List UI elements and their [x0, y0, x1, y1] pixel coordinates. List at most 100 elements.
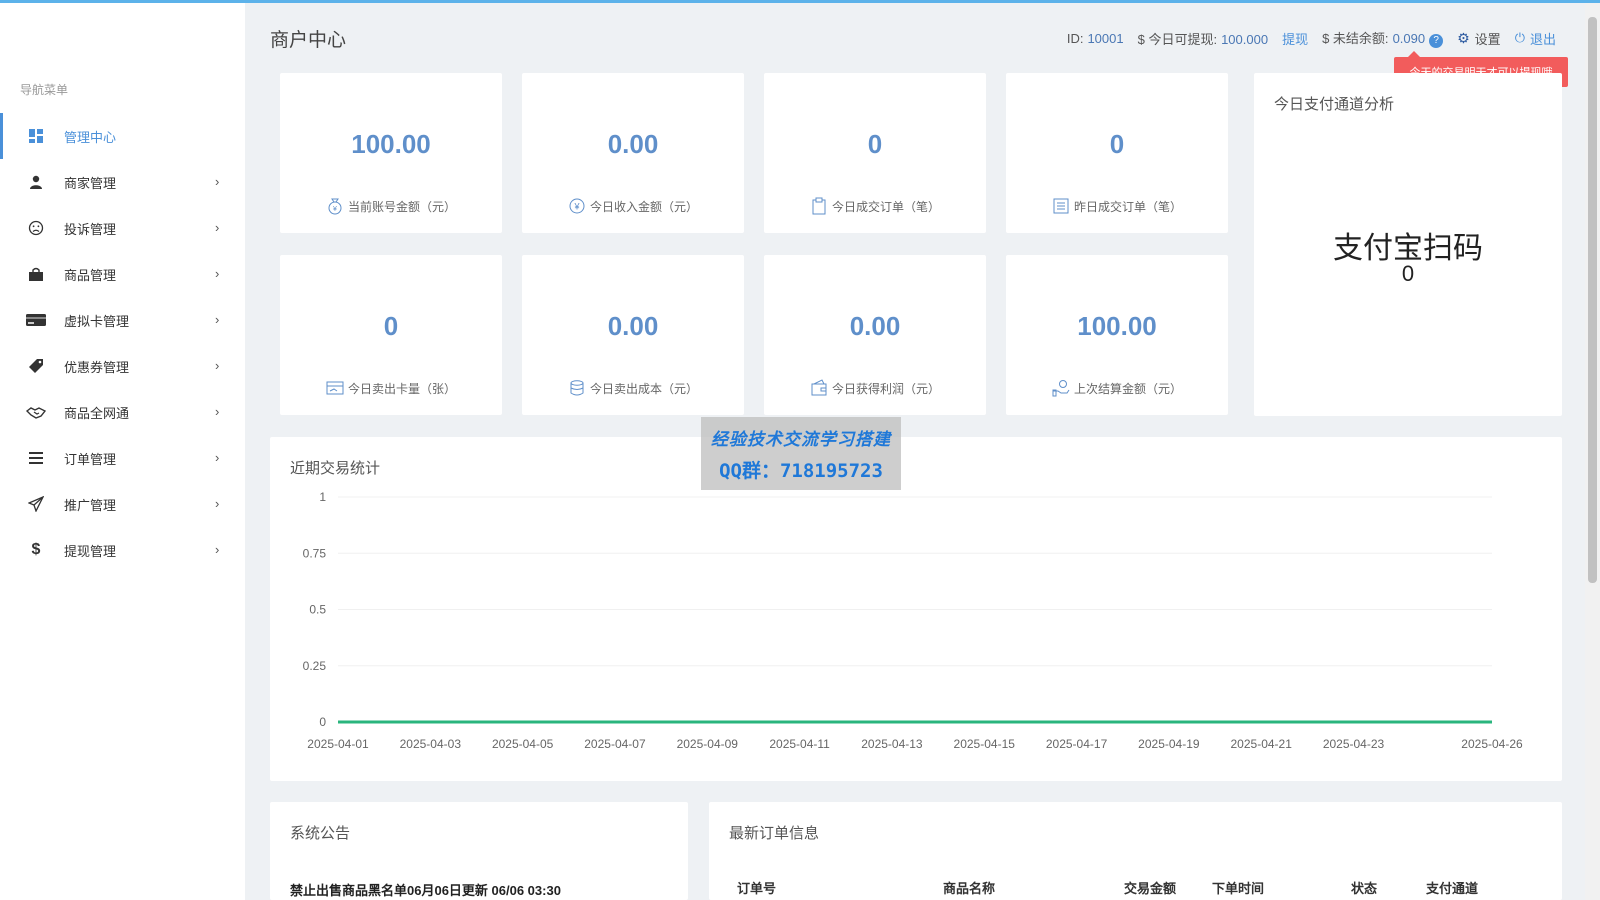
sidebar-item-complaints[interactable]: 投诉管理 › — [0, 205, 245, 251]
sidebar-item-merchants[interactable]: 商家管理 › — [0, 159, 245, 205]
sidebar-item-label: 优惠券管理 — [64, 359, 130, 375]
y-tick-label: 0.25 — [303, 659, 327, 673]
system-notice-card: 系统公告 禁止出售商品黑名单06月06日更新 06/06 03:30 — [270, 802, 688, 900]
x-tick-label: 2025-04-01 — [307, 737, 369, 751]
stat-value: 100.00 — [1077, 311, 1157, 341]
help-icon[interactable]: ? — [1429, 34, 1444, 48]
coin-icon: ¥ — [569, 198, 585, 214]
sidebar-item-network[interactable]: 商品全网通 › — [0, 389, 245, 435]
clipboard-icon — [812, 197, 826, 215]
sidebar-item-withdrawals[interactable]: $ 提现管理 › — [0, 527, 245, 573]
gear-icon: ⚙ — [1457, 29, 1470, 46]
y-tick-label: 0 — [319, 715, 326, 729]
stat-label: 今日卖出成本（元） — [589, 381, 698, 396]
y-tick-label: 1 — [319, 490, 326, 504]
x-tick-label: 2025-04-13 — [861, 737, 923, 751]
list-icon — [26, 448, 46, 468]
sidebar-item-products[interactable]: 商品管理 › — [0, 251, 245, 297]
chevron-right-icon: › — [215, 450, 220, 465]
stat-value: 100.00 — [351, 129, 431, 159]
stat-label: 上次结算金额（元） — [1073, 381, 1182, 396]
dashboard-icon — [26, 126, 46, 146]
transaction-line-chart: 0 0.25 0.5 0.75 1 2025-04-01 2025-04-03 2025-04… — [303, 490, 1523, 751]
nav-title: 导航菜单 — [20, 83, 69, 97]
sidebar-item-label: 管理中心 — [64, 129, 117, 145]
x-tick-label: 2025-04-26 — [1461, 737, 1523, 751]
card-icon — [326, 381, 344, 395]
payment-channel-card: 今日支付通道分析 支付宝扫码 0 — [1254, 73, 1562, 416]
settings-button[interactable]: ⚙ 设置 — [1457, 29, 1501, 48]
hand-coin-icon — [1052, 380, 1070, 397]
sidebar-item-promotion[interactable]: 推广管理 › — [0, 481, 245, 527]
nav-list: 管理中心 商家管理 › 投诉管理 › 商品管理 › 虚拟卡管理 › 优惠券管理 … — [0, 113, 245, 573]
tag-icon — [26, 356, 46, 376]
x-tick-label: 2025-04-21 — [1231, 737, 1293, 751]
sidebar-item-label: 商品全网通 — [64, 405, 130, 421]
stat-card-last-settlement: 100.00 上次结算金额（元） — [1006, 255, 1228, 415]
stat-value: 0.00 — [849, 311, 901, 341]
merchant-id: ID: 10001 — [1066, 30, 1124, 46]
y-tick-label: 0.5 — [309, 603, 326, 617]
sidebar-item-virtual-cards[interactable]: 虚拟卡管理 › — [0, 297, 245, 343]
card-title: 系统公告 — [290, 825, 351, 842]
orders-table-header: 订单号 商品名称 交易金额 下单时间 状态 支付通道 — [709, 878, 1562, 898]
header-info: ID: 10001 $ 今日可提现: 100.000 提现 $ 未结余额: 0.090… — [1067, 28, 1556, 48]
column-header: 下单时间 — [1212, 881, 1265, 896]
transaction-chart-card: 近期交易统计 0 0.25 0.5 0.75 1 2025-04-01 2025-04-03… — [270, 437, 1562, 781]
stat-label: 今日卖出卡量（张） — [347, 381, 456, 396]
chevron-right-icon: › — [215, 266, 220, 281]
sidebar-item-label: 订单管理 — [64, 451, 117, 467]
column-header: 状态 — [1351, 881, 1378, 896]
money-bag-icon: ¥ — [328, 198, 342, 215]
logout-button[interactable]: ⏻ 退出 — [1515, 29, 1556, 48]
x-tick-label: 2025-04-03 — [400, 737, 462, 751]
unsettled-balance: $ 未结余额: 0.090? — [1322, 28, 1444, 48]
stat-label: 昨日成交订单（笔） — [1073, 199, 1182, 214]
stat-value: 0 — [383, 311, 399, 341]
card-title: 最新订单信息 — [729, 825, 820, 842]
notice-item[interactable]: 禁止出售商品黑名单06月06日更新 06/06 03:30 — [290, 880, 561, 899]
svg-text:¥: ¥ — [573, 202, 580, 212]
chevron-right-icon: › — [215, 542, 220, 557]
sidebar-item-label: 商家管理 — [64, 175, 117, 191]
chevron-right-icon: › — [215, 496, 220, 511]
watermark-overlay: 经验技术交流学习搭建 QQ群：718195723 — [701, 417, 901, 490]
x-tick-label: 2025-04-07 — [584, 737, 646, 751]
chevron-right-icon: › — [215, 358, 220, 373]
stat-value: 0.00 — [607, 311, 659, 341]
page-scrollbar[interactable] — [1585, 3, 1600, 900]
latest-orders-card: 最新订单信息 订单号 商品名称 交易金额 下单时间 状态 支付通道 — [709, 802, 1562, 900]
column-header: 支付通道 — [1426, 881, 1479, 896]
withdrawable-today: $ 今日可提现: 100.000 — [1137, 31, 1269, 47]
card-icon — [26, 310, 46, 330]
document-icon — [1053, 198, 1069, 214]
watermark-line-2: QQ群：718195723 — [719, 459, 883, 482]
chevron-right-icon: › — [215, 220, 220, 235]
send-icon — [26, 494, 46, 514]
watermark-line-1: 经验技术交流学习搭建 — [711, 429, 891, 450]
x-tick-label: 2025-04-05 — [492, 737, 554, 751]
sidebar-item-coupons[interactable]: 优惠券管理 › — [0, 343, 245, 389]
dollar-icon: $ — [31, 541, 41, 558]
stat-value: 0 — [867, 129, 883, 159]
x-tick-label: 2025-04-11 — [769, 737, 830, 751]
stat-card-yesterday-orders: 0 昨日成交订单（笔） — [1006, 73, 1228, 233]
sidebar-item-orders[interactable]: 订单管理 › — [0, 435, 245, 481]
sidebar-item-label: 推广管理 — [64, 497, 117, 513]
svg-text:¥: ¥ — [333, 206, 337, 213]
sidebar-item-dashboard[interactable]: 管理中心 — [0, 113, 245, 159]
chevron-right-icon: › — [215, 312, 220, 327]
scrollbar-thumb[interactable] — [1588, 17, 1597, 583]
withdraw-link[interactable]: 提现 — [1282, 29, 1308, 48]
user-icon — [26, 172, 46, 192]
stat-label: 今日收入金额（元） — [589, 199, 698, 214]
stat-label: 今日成交订单（笔） — [831, 199, 940, 214]
chevron-right-icon: › — [215, 174, 220, 189]
stat-label: 当前账号金额（元） — [347, 199, 456, 214]
x-tick-label: 2025-04-17 — [1046, 737, 1108, 751]
power-icon: ⏻ — [1514, 30, 1525, 45]
x-tick-label: 2025-04-23 — [1323, 737, 1385, 751]
wallet-icon — [811, 379, 827, 396]
handshake-icon — [26, 402, 46, 422]
y-tick-label: 0.75 — [303, 546, 327, 560]
